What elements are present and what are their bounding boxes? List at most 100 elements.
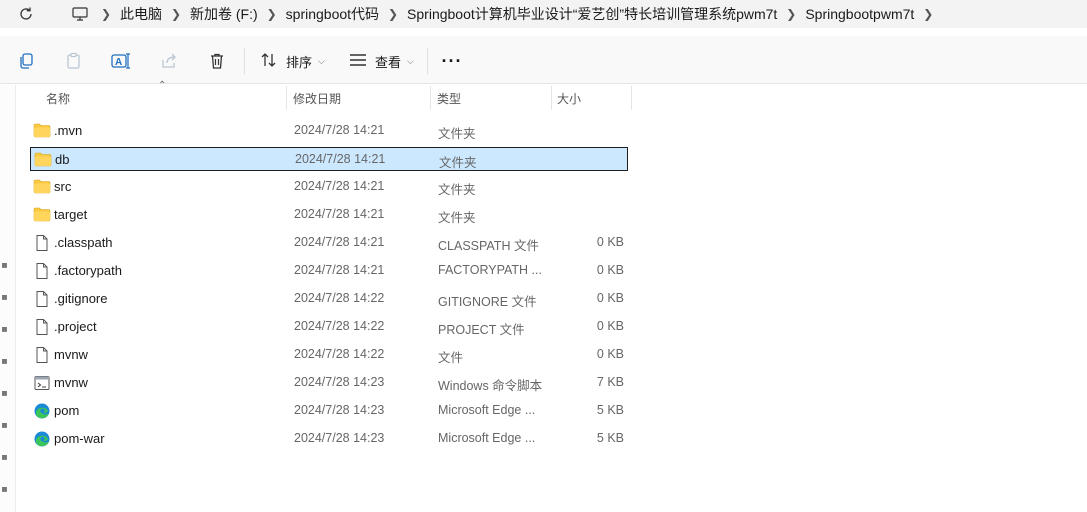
file-type: Microsoft Edge ... — [438, 403, 536, 417]
pin-icon: ◆ — [0, 386, 11, 399]
file-name: .mvn — [54, 123, 83, 138]
file-row[interactable]: db 2024/7/28 14:21 文件夹 — [30, 147, 628, 171]
file-type: FACTORYPATH ... — [438, 263, 542, 277]
file-size: 0 KB — [596, 347, 624, 361]
file-row[interactable]: mvnw 2024/7/28 14:23 Windows 命令脚本 7 KB — [30, 371, 628, 395]
file-row[interactable]: target 2024/7/28 14:21 文件夹 — [30, 203, 628, 227]
file-type: 文件夹 — [438, 127, 476, 141]
chevron-right-icon[interactable]: ❯ — [92, 7, 120, 21]
command-bar: A 排序 ⌵ 查看 ⌵ ··· — [0, 36, 1087, 84]
chevron-right-icon[interactable]: ❯ — [162, 7, 190, 21]
file-name: mvnw — [54, 347, 88, 362]
file-size: 0 KB — [596, 235, 624, 249]
pin-icon: ◆ — [0, 322, 11, 335]
file-date: 2024/7/28 14:23 — [294, 431, 385, 445]
file-icon — [33, 346, 51, 363]
breadcrumb: ❯ 此电脑 ❯ 新加卷 (F:) ❯ springboot代码 ❯ Spring… — [62, 0, 942, 28]
column-header-type[interactable]: 类型 — [437, 85, 461, 111]
pin-icon: ◆ — [0, 290, 11, 303]
chevron-right-icon[interactable]: ❯ — [777, 7, 805, 21]
file-type: 文件夹 — [438, 211, 476, 225]
file-type: 文件夹 — [438, 183, 476, 197]
svg-text:A: A — [115, 57, 122, 68]
file-name: pom-war — [54, 431, 105, 446]
navigation-pane-edge: ◆ ◆ ◆ ◆ ◆ ◆ ◆ ◆ — [0, 85, 16, 512]
column-divider[interactable] — [286, 86, 287, 110]
folder-icon — [33, 206, 51, 222]
copy-icon[interactable] — [15, 50, 37, 72]
file-type: Windows 命令脚本 — [438, 379, 543, 393]
column-divider[interactable] — [551, 86, 552, 110]
pin-icon: ◆ — [0, 450, 11, 463]
file-row[interactable]: .gitignore 2024/7/28 14:22 GITIGNORE 文件 0 K… — [30, 287, 628, 311]
file-row[interactable]: pom 2024/7/28 14:23 Microsoft Edge ... 5 KB — [30, 399, 628, 423]
chevron-right-icon[interactable]: ❯ — [258, 7, 286, 21]
file-size: 0 KB — [596, 319, 624, 333]
pin-icon: ◆ — [0, 354, 11, 367]
rename-icon[interactable]: A — [110, 50, 132, 72]
file-date: 2024/7/28 14:21 — [294, 123, 385, 137]
file-name: .classpath — [54, 235, 113, 250]
column-divider[interactable] — [631, 86, 632, 110]
file-icon — [33, 234, 51, 251]
file-type: CLASSPATH 文件 — [438, 239, 539, 253]
column-header-size[interactable]: 大小 — [557, 85, 581, 111]
file-row[interactable]: pom-war 2024/7/28 14:23 Microsoft Edge ...… — [30, 427, 628, 451]
refresh-icon[interactable] — [14, 3, 38, 25]
paste-icon[interactable] — [63, 50, 85, 72]
column-header-name[interactable]: 名称 — [46, 85, 70, 111]
sort-label: 排序 — [286, 54, 313, 70]
breadcrumb-item-drive[interactable]: 新加卷 (F:) — [190, 4, 258, 24]
file-date: 2024/7/28 14:21 — [294, 263, 385, 277]
breadcrumb-item-project[interactable]: Springboot计算机毕业设计“爱艺创”特长培训管理系统pwm7t — [407, 4, 777, 24]
script-icon — [33, 374, 51, 390]
pin-icon: ◆ — [0, 258, 11, 271]
file-type: PROJECT 文件 — [438, 323, 525, 337]
file-row[interactable]: .project 2024/7/28 14:22 PROJECT 文件 0 KB — [30, 315, 628, 339]
file-row[interactable]: .classpath 2024/7/28 14:21 CLASSPATH 文件 0 K… — [30, 231, 628, 255]
edge-icon — [33, 402, 51, 419]
toolbar-divider — [244, 48, 245, 74]
breadcrumb-item-this-pc[interactable]: 此电脑 — [120, 4, 162, 24]
file-date: 2024/7/28 14:21 — [294, 235, 385, 249]
view-icon — [349, 53, 367, 70]
chevron-right-icon[interactable]: ❯ — [379, 7, 407, 21]
address-bar[interactable]: ❯ 此电脑 ❯ 新加卷 (F:) ❯ springboot代码 ❯ Spring… — [0, 0, 1087, 28]
file-row[interactable]: .mvn 2024/7/28 14:21 文件夹 — [30, 119, 628, 143]
file-type: GITIGNORE 文件 — [438, 295, 537, 309]
file-row[interactable]: mvnw 2024/7/28 14:22 文件 0 KB — [30, 343, 628, 367]
file-type: 文件夹 — [439, 156, 477, 170]
file-icon — [33, 290, 51, 307]
file-size: 5 KB — [596, 431, 624, 445]
file-name: .gitignore — [54, 291, 108, 306]
view-button[interactable]: 查看 ⌵ — [349, 48, 414, 74]
monitor-icon[interactable] — [68, 7, 92, 21]
file-date: 2024/7/28 14:21 — [294, 179, 385, 193]
file-row[interactable]: src 2024/7/28 14:21 文件夹 — [30, 175, 628, 199]
file-name: .project — [54, 319, 97, 334]
file-icon — [33, 262, 51, 279]
breadcrumb-item-current[interactable]: Springbootpwm7t — [805, 6, 914, 22]
delete-icon[interactable] — [206, 50, 228, 72]
file-name: pom — [54, 403, 80, 418]
more-options-button[interactable]: ··· — [440, 48, 464, 74]
column-divider[interactable] — [430, 86, 431, 110]
file-type: Microsoft Edge ... — [438, 431, 536, 445]
sort-button[interactable]: 排序 ⌵ — [260, 48, 325, 74]
pin-icon: ◆ — [0, 482, 11, 495]
file-name: db — [55, 152, 70, 167]
file-date: 2024/7/28 14:22 — [294, 291, 385, 305]
file-date: 2024/7/28 14:21 — [295, 152, 386, 166]
breadcrumb-item-folder[interactable]: springboot代码 — [286, 4, 379, 24]
file-date: 2024/7/28 14:21 — [294, 207, 385, 221]
share-icon[interactable] — [158, 50, 180, 72]
column-header-date[interactable]: 修改日期 — [293, 85, 341, 111]
file-row[interactable]: .factorypath 2024/7/28 14:21 FACTORYPATH .… — [30, 259, 628, 283]
chevron-right-icon[interactable]: ❯ — [914, 7, 942, 21]
folder-icon — [33, 178, 51, 194]
file-size: 5 KB — [596, 403, 624, 417]
file-size: 0 KB — [596, 263, 624, 277]
file-date: 2024/7/28 14:22 — [294, 319, 385, 333]
sort-icon — [260, 52, 278, 71]
file-size: 7 KB — [596, 375, 624, 389]
